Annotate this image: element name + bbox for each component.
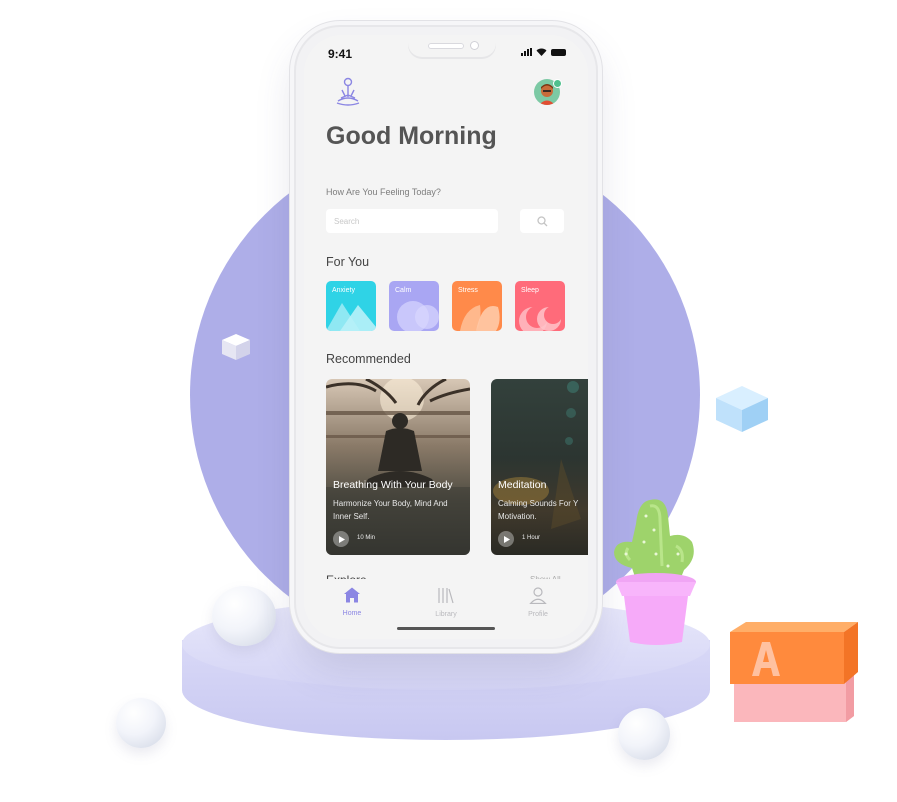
app-screen: 9:41 Good Morning How Are You Feeling To…	[304, 35, 588, 639]
card-description: Calming Sounds For Y Motivation.	[498, 499, 579, 521]
play-icon	[503, 535, 510, 543]
wifi-icon	[536, 48, 547, 56]
card-photo	[493, 381, 581, 529]
tab-profile[interactable]: Profile	[508, 587, 568, 618]
card-duration: 1 Hour	[522, 535, 541, 541]
moon-shape	[519, 306, 562, 331]
sphere-left	[116, 698, 166, 748]
signal-icon	[521, 48, 532, 56]
status-time: 9:41	[328, 47, 353, 61]
search-icon	[536, 215, 547, 226]
battery-icon	[551, 48, 566, 56]
recommended-card-meditation[interactable]: Meditation Calming Sounds For Y Motivati…	[491, 379, 588, 555]
tab-label: Home	[342, 610, 362, 617]
play-icon	[338, 535, 345, 543]
tab-library[interactable]: Library	[416, 587, 476, 618]
play-button[interactable]	[498, 531, 514, 547]
drop-shape	[460, 305, 500, 331]
section-recommended-title: Recommended	[326, 352, 411, 366]
camera	[470, 41, 479, 50]
page-subtitle: How Are You Feeling Today?	[326, 187, 441, 197]
letter-block-decoration: A	[730, 622, 858, 722]
speaker	[428, 43, 464, 49]
small-cube-left	[222, 334, 250, 360]
online-indicator	[553, 79, 562, 88]
section-for-you-title: For You	[326, 255, 370, 269]
mood-card-anxiety[interactable]: Anxiety	[326, 281, 376, 331]
sphere-large	[212, 586, 276, 646]
home-icon	[344, 587, 360, 603]
tab-label: Profile	[528, 611, 548, 618]
card-title: Meditation	[498, 479, 547, 491]
play-button[interactable]	[333, 531, 349, 547]
meditation-logo-icon[interactable]	[334, 77, 362, 109]
status-icons	[521, 48, 566, 56]
search-button[interactable]	[520, 209, 564, 233]
tab-home[interactable]: Home	[322, 587, 382, 617]
mood-card-sleep[interactable]: Sleep	[515, 281, 565, 331]
circle-shape	[397, 301, 439, 331]
mood-card-stress[interactable]: Stress	[452, 281, 502, 331]
tab-label: Library	[435, 611, 457, 618]
profile-icon	[529, 587, 547, 605]
card-title: Breathing With Your Body	[333, 479, 453, 491]
small-cube-right	[716, 386, 768, 432]
card-duration: 10 Min	[357, 535, 376, 541]
page-title: Good Morning	[326, 122, 497, 150]
mood-card-calm[interactable]: Calm	[389, 281, 439, 331]
card-photo	[326, 379, 470, 555]
mountain-shape	[326, 303, 376, 331]
sphere-right	[618, 708, 670, 760]
cactus-plant-decoration	[614, 499, 696, 645]
library-icon	[438, 588, 454, 604]
card-description: Harmonize Your Body, Mind And Inner Self…	[333, 499, 448, 521]
home-indicator	[397, 627, 495, 630]
recommended-card-breathing[interactable]: Breathing With Your Body Harmonize Your …	[326, 379, 470, 555]
phone-frame: 9:41 Good Morning How Are You Feeling To…	[296, 27, 596, 647]
search-input[interactable]	[326, 209, 498, 233]
